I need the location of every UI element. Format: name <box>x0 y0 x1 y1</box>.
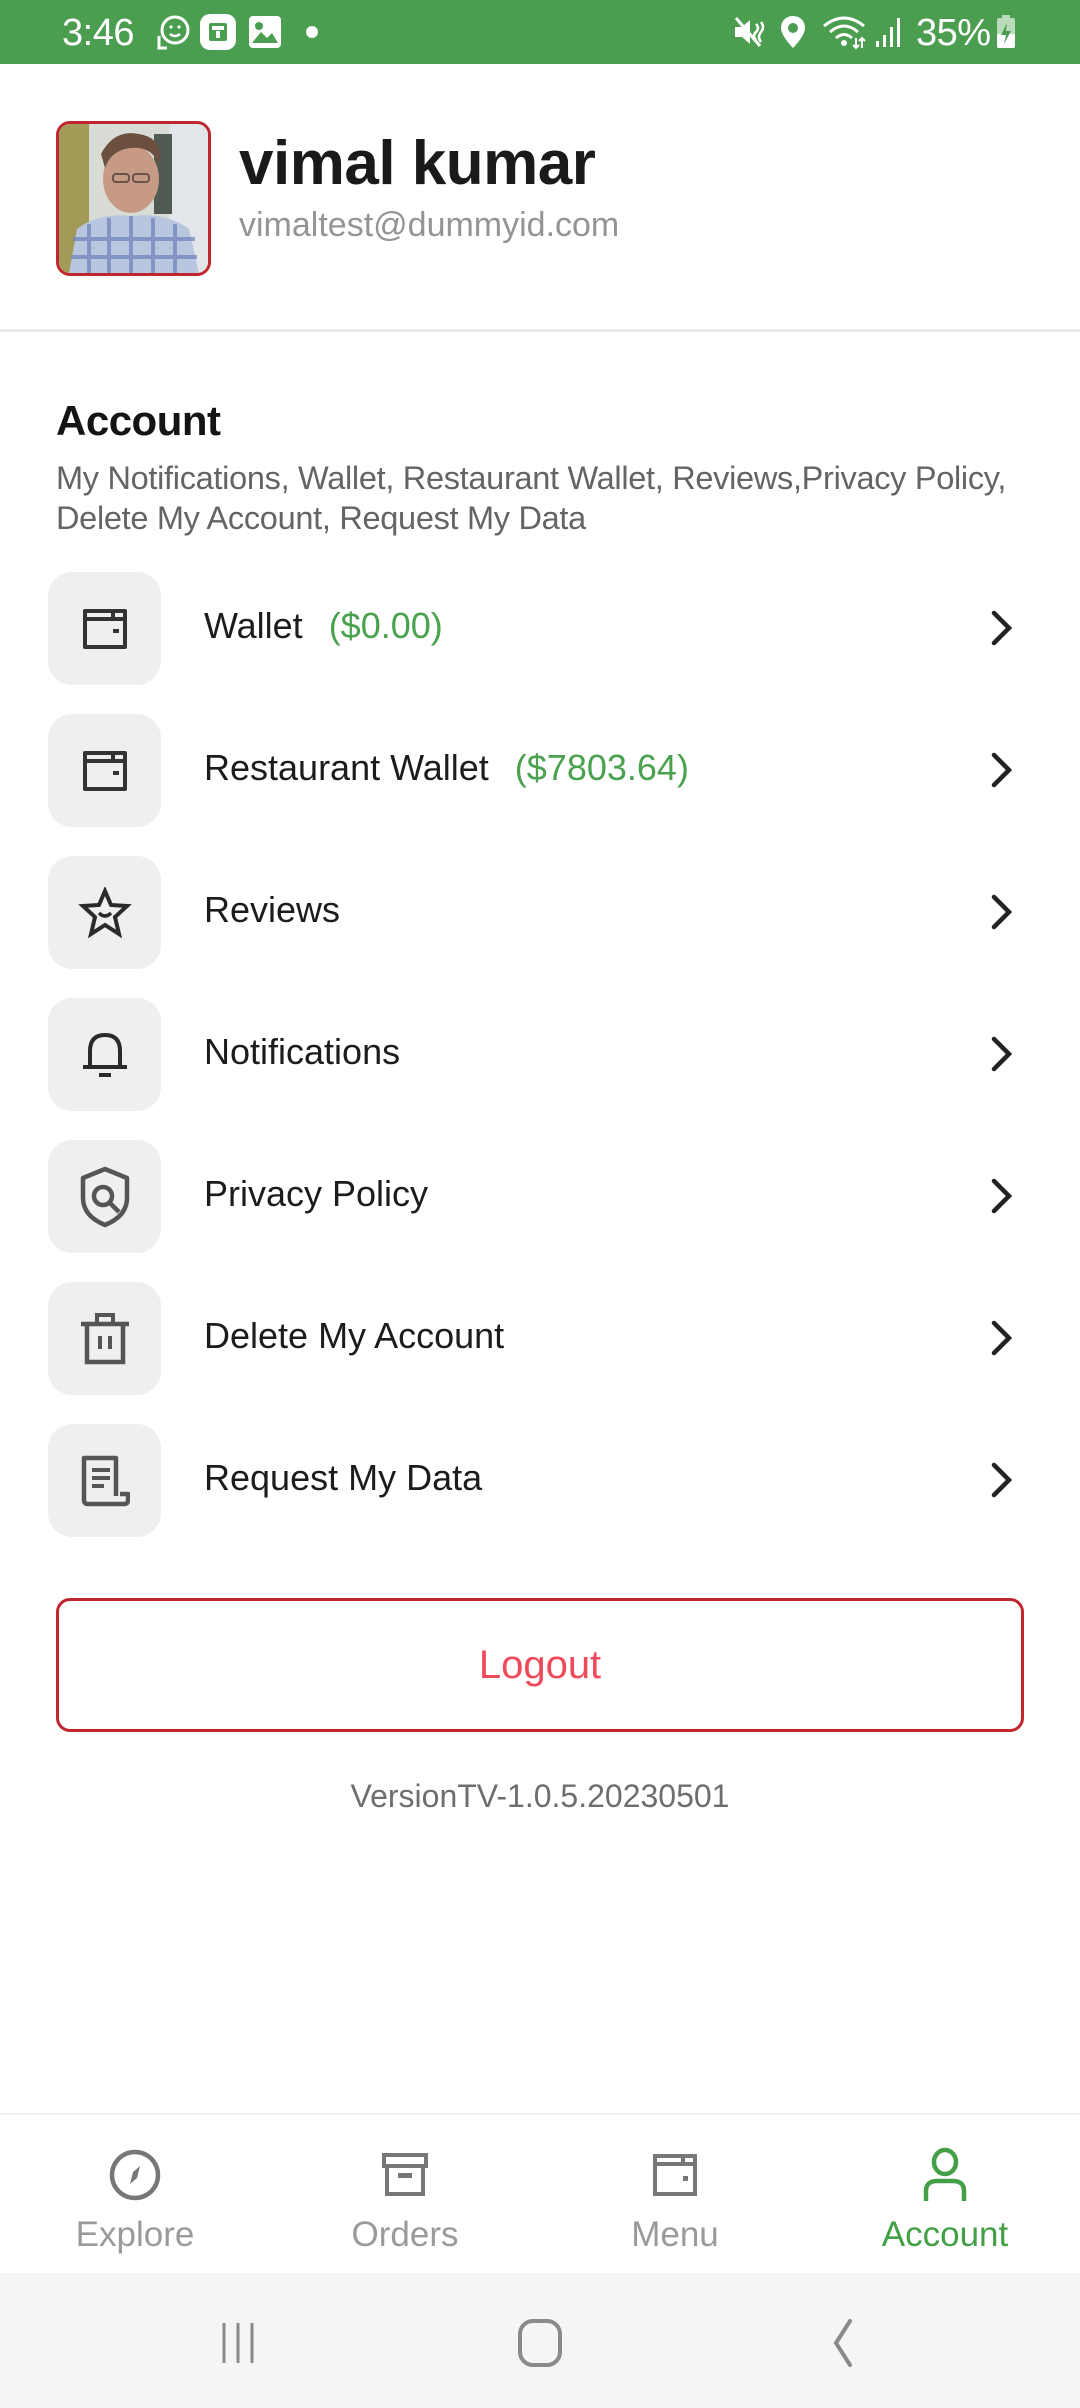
logout-label: Logout <box>478 1642 602 1687</box>
menu-item-request-data[interactable]: Request My Data <box>0 1424 1080 1566</box>
battery-charging-icon <box>994 14 1018 50</box>
menu-item-label: Delete My Account <box>204 1315 505 1356</box>
nav-label: Account <box>881 2215 1009 2254</box>
trash-icon <box>48 1282 161 1395</box>
back-button[interactable] <box>802 2313 882 2373</box>
status-bar: 3:46 35% <box>0 0 1080 64</box>
mute-icon <box>730 14 770 50</box>
gallery-icon <box>246 14 284 50</box>
account-menu-list: Wallet ($0.00) Restaurant Wallet ($7803.64… <box>0 572 1080 1566</box>
account-section-title: Account <box>56 397 221 444</box>
face-sticker-icon <box>150 14 194 50</box>
menu-item-reviews[interactable]: Reviews <box>0 856 1080 998</box>
menu-item-label: Wallet <box>204 605 303 646</box>
menu-item-label: Privacy Policy <box>204 1173 429 1214</box>
battery-percentage: 35% <box>916 12 991 54</box>
restaurant-wallet-balance: ($7803.64) <box>514 747 689 788</box>
chevron-right-icon <box>980 1458 1024 1502</box>
menu-item-label: Request My Data <box>204 1457 483 1498</box>
menu-item-wallet[interactable]: Wallet ($0.00) <box>0 572 1080 714</box>
nav-label: Orders <box>351 2215 459 2254</box>
menu-item-label: Reviews <box>204 889 341 930</box>
person-icon <box>810 2143 1080 2207</box>
menu-item-privacy-policy[interactable]: Privacy Policy <box>0 1140 1080 1282</box>
app-version: VersionTV-1.0.5.20230501 <box>350 1778 730 1814</box>
user-name: vimal kumar <box>239 129 596 198</box>
chevron-right-icon <box>980 1032 1024 1076</box>
wallet-icon <box>48 572 161 685</box>
nav-label: Menu <box>631 2215 719 2254</box>
account-section-description: My Notifications, Wallet, Restaurant Wal… <box>56 460 1007 536</box>
chevron-right-icon <box>980 1174 1024 1218</box>
bottom-navigation: Explore Orders Menu Account <box>0 2113 1080 2273</box>
dot-icon <box>302 14 322 50</box>
user-email: vimaltest@dummyid.com <box>239 206 620 244</box>
wifi-icon <box>820 14 870 50</box>
chevron-right-icon <box>980 748 1024 792</box>
menu-item-notifications[interactable]: Notifications <box>0 998 1080 1140</box>
menu-item-label: Notifications <box>204 1031 401 1072</box>
chevron-right-icon <box>980 606 1024 650</box>
system-navigation-bar <box>0 2273 1080 2408</box>
news-icon <box>198 14 238 50</box>
menu-item-label: Restaurant Wallet <box>204 747 489 788</box>
location-icon <box>776 14 810 50</box>
star-icon <box>48 856 161 969</box>
wallet-balance: ($0.00) <box>328 605 443 646</box>
wallet-icon <box>48 714 161 827</box>
nav-tab-account[interactable]: Account <box>810 2115 1080 2273</box>
menu-item-restaurant-wallet[interactable]: Restaurant Wallet ($7803.64) <box>0 714 1080 856</box>
signal-icon <box>872 14 906 50</box>
nav-label: Explore <box>75 2215 195 2254</box>
archive-box-icon <box>270 2143 540 2207</box>
recent-apps-button[interactable] <box>198 2313 278 2373</box>
chevron-right-icon <box>980 1316 1024 1360</box>
profile-header: vimal kumar vimaltest@dummyid.com <box>0 64 1080 332</box>
compass-icon <box>0 2143 270 2207</box>
chevron-right-icon <box>980 890 1024 934</box>
nav-tab-orders[interactable]: Orders <box>270 2115 540 2273</box>
nav-tab-explore[interactable]: Explore <box>0 2115 270 2273</box>
status-time: 3:46 <box>62 12 134 54</box>
home-button[interactable] <box>500 2313 580 2373</box>
nav-tab-menu[interactable]: Menu <box>540 2115 810 2273</box>
logout-button[interactable]: Logout <box>56 1598 1024 1732</box>
document-icon <box>48 1424 161 1537</box>
avatar[interactable] <box>56 121 211 276</box>
wallet-icon <box>540 2143 810 2207</box>
menu-item-delete-account[interactable]: Delete My Account <box>0 1282 1080 1424</box>
bell-icon <box>48 998 161 1111</box>
shield-search-icon <box>48 1140 161 1253</box>
